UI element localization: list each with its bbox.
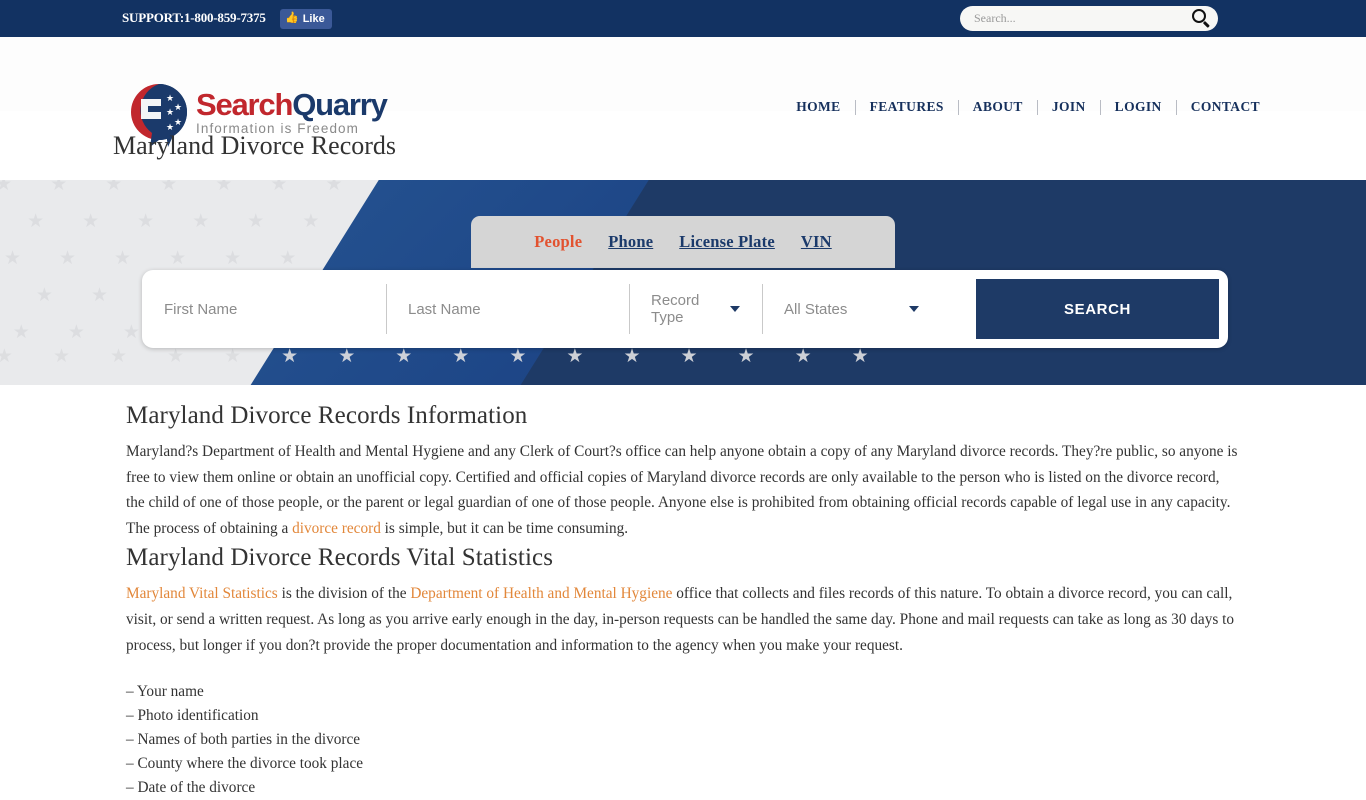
requirements-list: – Your name – Photo identification – Nam…	[126, 680, 1240, 800]
svg-text:★: ★	[166, 108, 174, 118]
maryland-vital-statistics-link[interactable]: Maryland Vital Statistics	[126, 585, 278, 602]
svg-text:★: ★	[174, 118, 182, 128]
facebook-like-button[interactable]: 👍 Like	[280, 9, 332, 29]
section-heading-information: Maryland Divorce Records Information	[126, 402, 528, 429]
logo-name-first: Search	[196, 86, 293, 122]
last-name-field[interactable]	[386, 284, 629, 334]
main-content: Maryland Divorce Records Information Mar…	[126, 402, 1240, 800]
top-search-box[interactable]	[960, 6, 1218, 31]
nav-item-contact[interactable]: CONTACT	[1177, 99, 1274, 115]
chevron-down-icon	[909, 306, 919, 312]
paragraph-vital-statistics: Maryland Vital Statistics is the divisio…	[126, 581, 1240, 658]
department-health-link[interactable]: Department of Health and Mental Hygiene	[410, 585, 672, 602]
site-header: ★ ★ ★ ★ ★ SearchQuarry Information is Fr…	[0, 37, 1366, 147]
logo-name-second: Quarry	[292, 86, 388, 122]
page-title: Maryland Divorce Records	[113, 131, 397, 160]
record-type-field[interactable]: Record Type	[629, 284, 762, 334]
state-field[interactable]: All States	[762, 284, 947, 334]
first-name-field[interactable]	[142, 284, 386, 334]
record-type-select[interactable]: Record Type	[629, 292, 762, 326]
tab-vin[interactable]: VIN	[801, 232, 832, 252]
search-icon[interactable]	[1191, 8, 1212, 29]
list-item: – Photo identification	[126, 707, 259, 725]
last-name-input[interactable]	[386, 300, 629, 318]
divorce-record-link[interactable]: divorce record	[292, 520, 381, 537]
svg-text:★: ★	[174, 103, 182, 113]
nav-item-features[interactable]: FEATURES	[856, 99, 958, 115]
main-navigation: HOME FEATURES ABOUT JOIN LOGIN CONTACT	[782, 99, 1274, 115]
record-type-label: Record Type	[651, 292, 700, 326]
search-type-tabs: People Phone License Plate VIN	[471, 216, 895, 268]
support-phone: SUPPORT:1-800-859-7375	[122, 10, 266, 25]
paragraph-vital-text-a: is the division of the	[277, 585, 411, 603]
list-item: – Your name	[126, 683, 204, 701]
list-item: – County where the divorce took place	[126, 755, 364, 773]
nav-item-join[interactable]: JOIN	[1038, 99, 1100, 115]
nav-item-about[interactable]: ABOUT	[959, 99, 1037, 115]
first-name-input[interactable]	[142, 300, 386, 318]
state-label: All States	[784, 300, 848, 318]
like-button-label: Like	[302, 13, 325, 25]
top-search-input[interactable]	[974, 11, 1191, 26]
tab-people[interactable]: People	[534, 232, 582, 252]
nav-item-home[interactable]: HOME	[782, 99, 854, 115]
paragraph-information-text-b: is simple, but it can be time consuming.	[380, 519, 629, 537]
section-heading-vital-statistics: Maryland Divorce Records Vital Statistic…	[126, 544, 554, 572]
tab-license-plate[interactable]: License Plate	[679, 232, 775, 252]
search-button[interactable]: SEARCH	[976, 279, 1219, 339]
paragraph-information: Maryland?s Department of Health and Ment…	[126, 439, 1240, 541]
thumbs-up-icon: 👍	[285, 11, 299, 24]
state-select[interactable]: All States	[762, 301, 947, 318]
chevron-down-icon	[730, 306, 740, 312]
nav-item-login[interactable]: LOGIN	[1101, 99, 1176, 115]
people-search-form: Record Type All States SEARCH	[142, 270, 1228, 348]
list-item: – Date of the divorce	[126, 779, 256, 797]
list-item: – Names of both parties in the divorce	[126, 731, 361, 749]
top-bar: SUPPORT:1-800-859-7375 👍 Like	[0, 0, 1366, 37]
tab-phone[interactable]: Phone	[608, 232, 653, 252]
svg-text:★: ★	[166, 94, 174, 104]
